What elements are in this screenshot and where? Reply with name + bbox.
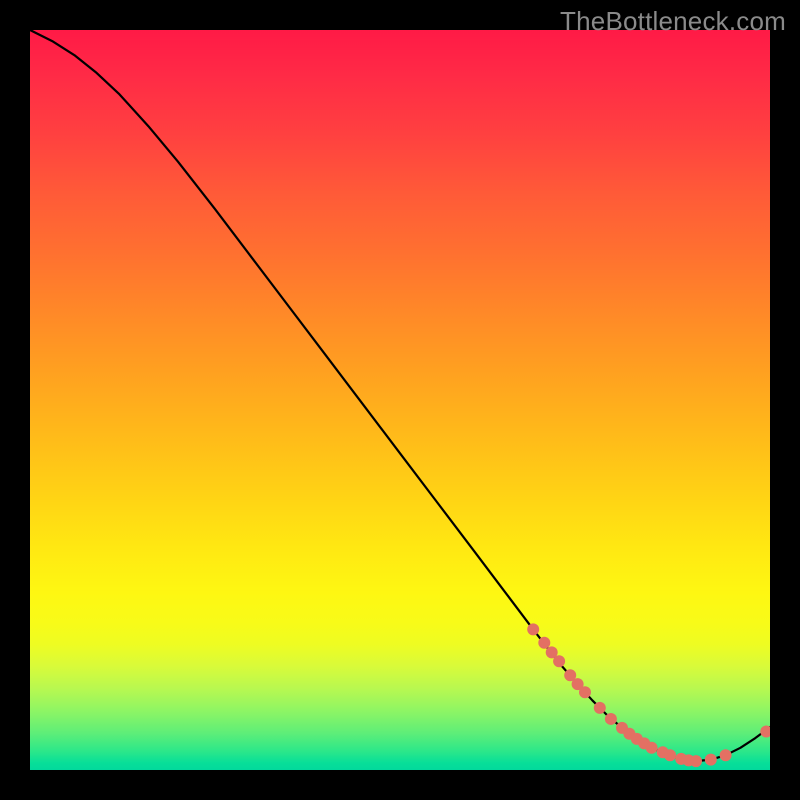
marker-point [553, 655, 565, 667]
marker-point [538, 637, 550, 649]
watermark-text: TheBottleneck.com [560, 6, 786, 37]
marker-point [664, 749, 676, 761]
marker-point [690, 755, 702, 767]
plot-area [30, 30, 770, 770]
marker-point [760, 726, 770, 738]
chart-svg [30, 30, 770, 770]
marker-point [579, 686, 591, 698]
highlight-markers [527, 623, 770, 767]
marker-point [527, 623, 539, 635]
bottleneck-curve [30, 30, 770, 761]
marker-point [646, 742, 658, 754]
marker-point [705, 754, 717, 766]
marker-point [594, 702, 606, 714]
marker-point [720, 749, 732, 761]
marker-point [605, 713, 617, 725]
